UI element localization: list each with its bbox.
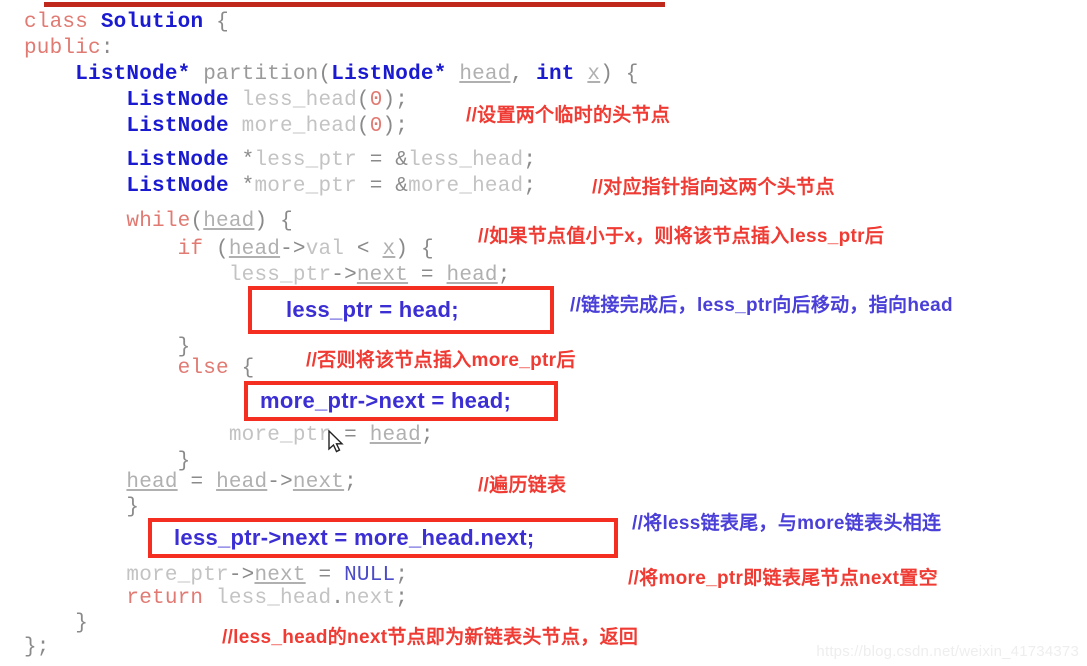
- annotation-less-ptr-advance: //链接完成后，less_ptr向后移动，指向head: [570, 295, 953, 316]
- annotation-traverse-list: //遍历链表: [478, 475, 567, 496]
- annotation-pointers-to-heads: //对应指针指向这两个头节点: [592, 177, 835, 198]
- code-line: while(head) {: [126, 210, 293, 233]
- code-line: ListNode more_head(0);: [126, 115, 409, 138]
- code-line: };: [24, 636, 50, 659]
- annotation-if-less-than-x: //如果节点值小于x，则将该节点插入less_ptr后: [478, 226, 885, 247]
- highlight-box-text: less_ptr->next = more_head.next;: [174, 525, 535, 550]
- code-line: }: [75, 612, 89, 635]
- code-line: more_ptr = head;: [228, 424, 434, 447]
- code-line: ListNode* partition(ListNode* head, int …: [75, 63, 639, 86]
- highlight-box-more-ptr-next: more_ptr->next = head;: [244, 381, 558, 421]
- code-line: }: [177, 336, 191, 359]
- code-line: }: [126, 496, 140, 519]
- annotation-join-lists: //将less链表尾，与more链表头相连: [632, 513, 942, 534]
- code-line: more_ptr->next = NULL;: [126, 564, 409, 587]
- code-line: if (head->val < x) {: [177, 238, 434, 261]
- code-line: ListNode *less_ptr = &less_head;: [126, 149, 537, 172]
- code-line: ListNode less_head(0);: [126, 89, 409, 112]
- code-line: }: [177, 450, 191, 473]
- highlight-box-less-ptr-next: less_ptr->next = more_head.next;: [148, 518, 618, 558]
- code-line: head = head->next;: [126, 471, 357, 494]
- annotation-null-terminate: //将more_ptr即链表尾节点next置空: [628, 568, 938, 589]
- code-line: else {: [177, 357, 255, 380]
- code-line: public:: [24, 37, 114, 60]
- annotation-else-more-ptr: //否则将该节点插入more_ptr后: [306, 350, 576, 371]
- highlight-box-text: more_ptr->next = head;: [260, 388, 512, 413]
- csdn-watermark: https://blog.csdn.net/weixin_41734373: [816, 643, 1079, 660]
- code-line: class Solution {: [24, 11, 229, 34]
- annotation-temp-heads: //设置两个临时的头节点: [466, 105, 671, 126]
- highlight-box-text: less_ptr = head;: [286, 297, 459, 322]
- annotation-return-new-head: //less_head的next节点即为新链表头节点，返回: [222, 627, 639, 648]
- code-line: return less_head.next;: [126, 587, 409, 610]
- screenshot-canvas: class Solution { public: ListNode* parti…: [0, 0, 1087, 666]
- highlight-box-less-ptr-assign: less_ptr = head;: [248, 286, 554, 334]
- code-line: ListNode *more_ptr = &more_head;: [126, 175, 537, 198]
- code-line: less_ptr->next = head;: [228, 264, 511, 287]
